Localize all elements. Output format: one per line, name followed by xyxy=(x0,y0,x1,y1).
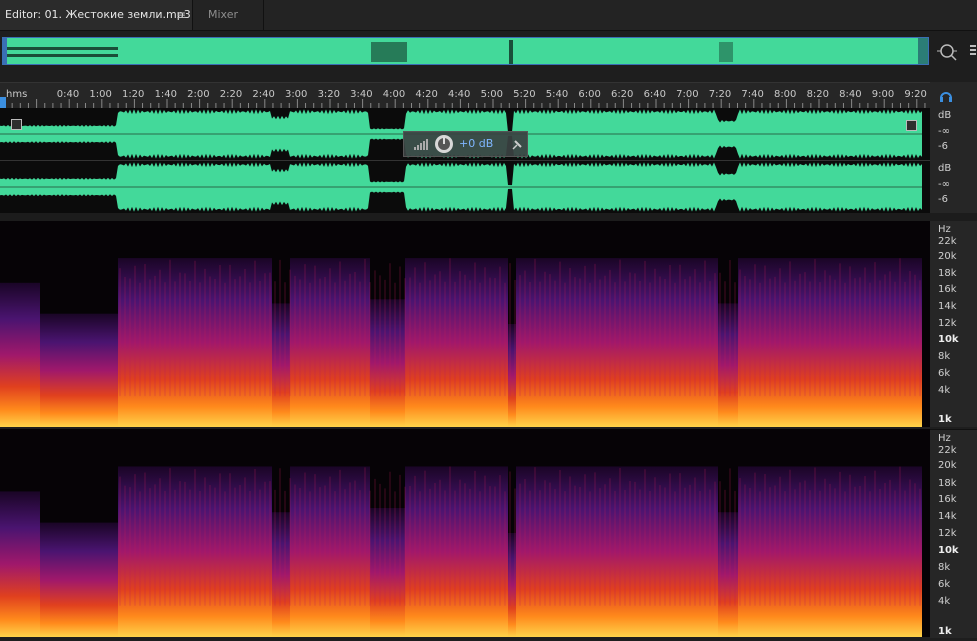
ruler-tick-label: 5:40 xyxy=(545,89,569,100)
frequency-scale-ch1: Hz 22k 20k 18k 16k 14k 12k 10k 8k 6k 4k 1k xyxy=(930,221,977,427)
timeline-ruler[interactable]: hms 0:40 1:00 1:20 1:40 2:00 2:20 2:40 3:00 3:20… xyxy=(0,82,930,109)
expand-corner-icon[interactable] xyxy=(906,120,917,131)
amplitude-scale: dB -∞ -6 dB -∞ -6 xyxy=(930,108,977,213)
tab-bar: Editor: 01. Жестокие земли.mp3 ≡ Mixer xyxy=(0,0,977,31)
frequency-scale-ch2: Hz 22k 20k 18k 16k 14k 12k 10k 8k 6k 4k 1k xyxy=(930,429,977,638)
freq-tick-label: 4k xyxy=(938,596,951,608)
spectral-view-ch1[interactable] xyxy=(0,221,930,427)
ruler-tick-label: 5:20 xyxy=(513,89,536,100)
overview-side-controls xyxy=(934,37,977,67)
freq-tick-label: 12k xyxy=(938,528,957,540)
overview-waveform-graphic xyxy=(3,38,928,64)
headphones-icon[interactable] xyxy=(930,82,977,108)
ruler-tick-label: 7:40 xyxy=(741,89,764,100)
freq-tick-label: 1k xyxy=(938,625,952,637)
ruler-tick-label: 6:40 xyxy=(643,89,667,100)
ruler-tick-label: 4:40 xyxy=(447,89,471,100)
amp-unit-ch2: dB xyxy=(938,163,952,174)
view-splitter[interactable] xyxy=(0,213,977,224)
freq-tick-label: 1k xyxy=(938,414,952,425)
ruler-tick-label: 9:20 xyxy=(904,89,927,100)
ruler-tick-label: 6:20 xyxy=(610,89,634,100)
pin-icon[interactable] xyxy=(512,140,522,150)
ruler-tick-label: 2:20 xyxy=(219,89,243,100)
ruler-tick-label: 2:00 xyxy=(187,89,210,100)
amp-label-ch2-inf: -∞ xyxy=(938,179,950,190)
amp-label-ch2-6: -6 xyxy=(938,194,948,205)
freq-tick-label: 16k xyxy=(938,493,957,505)
ruler-tick-label: 8:20 xyxy=(806,89,830,100)
freq-tick-label: 12k xyxy=(938,318,957,329)
freq-tick-label: 14k xyxy=(938,511,957,523)
panel-menu-icon[interactable] xyxy=(970,45,976,55)
ruler-tick-label: 8:40 xyxy=(839,89,862,100)
waveform-graphic xyxy=(0,109,930,212)
tab-editor-label: Editor: 01. Жестокие земли.mp3 xyxy=(5,8,191,21)
amp-label-ch1-inf: -∞ xyxy=(938,126,950,137)
spectrogram-ch1 xyxy=(0,221,930,427)
ruler-tick-label: 9:00 xyxy=(871,89,895,100)
spectral-view-ch2[interactable] xyxy=(0,429,930,637)
freq-tick-label: 18k xyxy=(938,477,957,489)
hud-gain-control[interactable]: +0 dB xyxy=(403,131,528,157)
freq-tick-label: 4k xyxy=(938,385,951,396)
ruler-tick-label: 2:40 xyxy=(252,89,275,100)
level-meter-icon xyxy=(414,139,428,150)
ruler-tick-label: 4:20 xyxy=(415,89,438,100)
gain-knob-icon[interactable] xyxy=(435,135,453,153)
ruler-tick-label: 7:00 xyxy=(676,89,699,100)
waveform-view[interactable] xyxy=(0,108,930,213)
freq-unit-label: Hz xyxy=(938,433,951,444)
ruler-tick-label: 1:20 xyxy=(121,89,145,100)
tab-mixer[interactable]: Mixer xyxy=(194,0,264,30)
ruler-corner xyxy=(930,82,977,108)
amp-unit-ch1: dB xyxy=(938,110,952,121)
freq-tick-label: 8k xyxy=(938,351,951,362)
zoom-selection-icon[interactable] xyxy=(937,44,957,61)
spectrogram-ch2 xyxy=(0,429,930,637)
ruler-tick-label: 6:00 xyxy=(578,89,601,100)
ruler-tick-label: 4:00 xyxy=(382,89,406,100)
freq-tick-label: 10k xyxy=(938,334,959,345)
ruler-tick-label: 1:40 xyxy=(154,89,178,100)
freq-tick-label: 10k xyxy=(938,544,959,556)
freq-tick-label: 22k xyxy=(938,236,957,247)
ruler-tick-label: 3:40 xyxy=(350,89,373,100)
ruler-tick-label: 7:20 xyxy=(708,89,732,100)
freq-tick-label: 16k xyxy=(938,284,957,295)
tab-mixer-label: Mixer xyxy=(208,8,239,21)
overview-waveform[interactable] xyxy=(2,37,929,65)
tab-editor[interactable]: Editor: 01. Жестокие земли.mp3 xyxy=(0,0,193,30)
ruler-tick-label: 3:20 xyxy=(317,89,341,100)
freq-tick-label: 22k xyxy=(938,445,957,457)
gain-value: +0 dB xyxy=(459,137,494,150)
freq-tick-label: 18k xyxy=(938,268,957,279)
ruler-tick-label: 8:00 xyxy=(773,89,797,100)
ruler-tick-label: 0:40 xyxy=(56,89,80,100)
freq-unit-label: Hz xyxy=(938,224,951,235)
freq-tick-label: 6k xyxy=(938,579,951,591)
ruler-tick-label: 1:00 xyxy=(89,89,112,100)
collapse-corner-icon[interactable] xyxy=(11,119,22,130)
freq-tick-label: 8k xyxy=(938,561,951,573)
ruler-tick-label: 3:00 xyxy=(284,89,308,100)
freq-tick-label: 14k xyxy=(938,301,957,312)
freq-tick-label: 20k xyxy=(938,251,957,262)
hamburger-icon[interactable]: ≡ xyxy=(176,0,186,30)
ruler-tick-label: 5:00 xyxy=(480,89,504,100)
playhead-icon[interactable] xyxy=(0,83,12,109)
freq-tick-label: 6k xyxy=(938,368,951,379)
amp-label-ch1-6: -6 xyxy=(938,141,948,152)
freq-tick-label: 20k xyxy=(938,460,957,472)
